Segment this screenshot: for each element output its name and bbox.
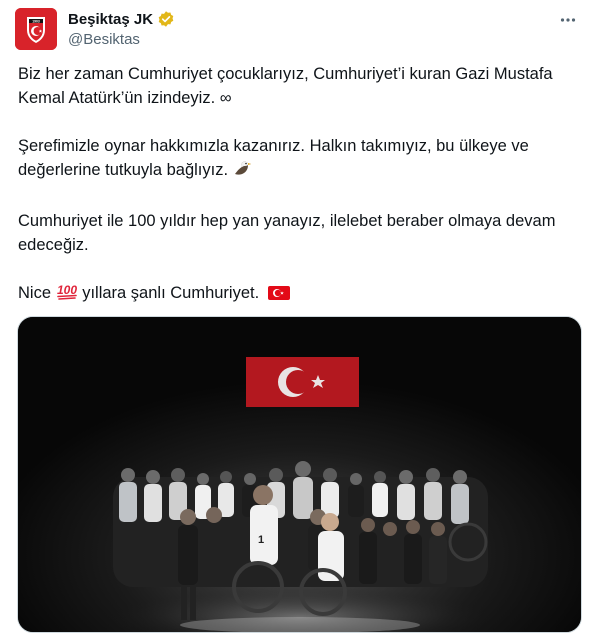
verified-badge-icon [157,10,175,28]
turkey-flag-backdrop [246,357,359,407]
team-photo-image: 1 [18,317,581,632]
account-handle[interactable]: @Besiktas [68,31,140,48]
svg-text:1: 1 [258,534,264,546]
account-name[interactable]: Beşiktaş JK [68,11,153,28]
tweet-paragraph-3: Cumhuriyet ile 100 yıldır hep yan yanayı… [18,212,561,254]
svg-text:1903: 1903 [32,20,40,24]
tweet-paragraph-4: Nice 100 yıllara şanlı Cumhuriyet. [18,281,578,308]
tweet-paragraph-4-start: Nice [18,284,52,302]
more-dots-icon [560,18,576,22]
tweet-text: Biz her zaman Cumhuriyet çocuklarıyız, C… [18,62,578,332]
hundred-points-emoji-icon: 100 [56,281,78,308]
besiktas-logo-icon: 1903 [15,8,57,50]
tweet-paragraph-2: Şerefimizle oynar hakkımızla kazanırız. … [18,134,578,185]
tweet-paragraph-1: Biz her zaman Cumhuriyet çocuklarıyız, C… [18,65,558,107]
more-options-button[interactable] [554,6,582,34]
avatar[interactable]: 1903 [15,8,57,50]
tweet-card: 1903 Beşiktaş JK @Besiktas Biz her zaman… [0,0,597,641]
eagle-emoji-icon [233,158,253,185]
tweet-paragraph-2-text: Şerefimizle oynar hakkımızla kazanırız. … [18,137,534,179]
turkey-flag-emoji-icon [268,284,291,308]
tweet-paragraph-4-end: yıllara şanlı Cumhuriyet. [82,284,260,302]
tweet-media-image[interactable]: 1 [17,316,582,633]
